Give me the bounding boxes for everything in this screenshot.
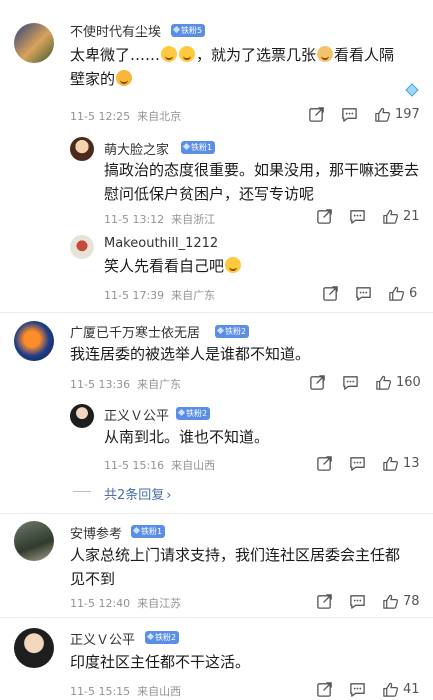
fan-badge: 铁粉1 [131,525,166,538]
reply-actions: 13 [316,455,420,472]
reply-text: 笑人先看看自己吧 [104,254,422,278]
reply-username[interactable]: 萌大脸之家 [104,139,169,158]
reply-actions: 21 [316,208,420,225]
thinking-emoji-icon [225,257,242,273]
fan-badge: 铁粉2 [176,407,211,420]
comment-meta: 11-5 12:25 来自北京 [70,110,182,123]
like-count: 21 [403,209,420,224]
share-icon[interactable] [322,285,339,302]
comment-username[interactable]: 安博参考 [70,523,122,542]
like-count: 41 [403,682,420,697]
comment-text: 印度社区主任都不干这活。 [70,653,251,671]
divider [0,617,433,618]
like-icon[interactable] [382,681,399,698]
like-icon[interactable] [375,374,392,391]
share-icon[interactable] [316,455,333,472]
like-count: 160 [396,375,421,390]
like-icon[interactable] [374,106,391,123]
reply-username[interactable]: 正义Ｖ公平 [104,405,169,424]
fan-badge: 铁粉5 [171,24,206,37]
laugh-tears-emoji-icon [179,46,196,62]
reply-text: 搞政治的态度很重要。如果没用，那干嘛还要去慰问低保户贫困户，还写专访呢 [104,161,420,203]
comment-actions: 197 [308,106,420,123]
avatar[interactable] [14,23,54,63]
share-icon[interactable] [308,106,325,123]
comment-meta: 11-5 12:40 来自江苏 [70,597,182,610]
comment-text: 我连居委的被选举人是谁都不知道。 [70,345,311,363]
comment-meta: 11-5 15:15 来自山西 [70,685,182,698]
divider [0,513,433,514]
chevron-right-icon: › [166,488,172,503]
comment-icon[interactable] [349,208,366,225]
reply-meta: 11-5 17:39 来自广东 [104,289,216,302]
reply-username[interactable]: Makeouthill_1212 [104,236,218,251]
like-count: 78 [403,594,420,609]
comment-icon[interactable] [349,593,366,610]
reply-meta: 11-5 13:12 来自浙江 [104,213,216,226]
smile-emoji-icon [116,70,133,86]
more-replies-line [73,491,91,492]
comment-icon[interactable] [355,285,372,302]
avatar[interactable] [70,137,94,161]
comment-icon[interactable] [349,681,366,698]
avatar[interactable] [14,521,54,561]
divider [0,312,433,313]
reply-text: 从南到北。谁也不知道。 [104,428,270,446]
fan-badge: 铁粉2 [145,631,180,644]
fan-badge: 铁粉1 [181,141,216,154]
laugh-emoji-icon [161,46,178,62]
comment-actions: 41 [316,681,420,698]
comment-actions: 78 [316,593,420,610]
comment-text: 人家总统上门请求支持，我们连社区居委会主任都见不到 [70,546,401,588]
like-icon[interactable] [382,593,399,610]
comment-username[interactable]: 正义Ｖ公平 [70,629,135,648]
avatar[interactable] [14,628,54,668]
comment-text: 太卑微了…… ，就为了选票几张 看看人隔 壁家的 [70,46,395,88]
more-replies-link[interactable]: 共2条回复 › [104,484,171,503]
doge-emoji-icon [317,46,334,62]
share-icon[interactable] [316,593,333,610]
share-icon[interactable] [316,681,333,698]
share-icon[interactable] [316,208,333,225]
avatar[interactable] [70,235,94,259]
comment-actions: 160 [309,374,421,391]
comment-meta: 11-5 13:36 来自广东 [70,378,182,391]
comment-icon[interactable] [342,374,359,391]
like-count: 13 [403,456,420,471]
reply-meta: 11-5 15:16 来自山西 [104,459,216,472]
like-icon[interactable] [382,455,399,472]
comment-icon[interactable] [341,106,358,123]
avatar[interactable] [14,321,54,361]
comment-icon[interactable] [349,455,366,472]
avatar[interactable] [70,404,94,428]
fan-badge: 铁粉2 [215,325,250,338]
like-icon[interactable] [388,285,405,302]
like-count: 6 [409,286,418,301]
like-icon[interactable] [382,208,399,225]
reply-actions: 6 [322,285,417,302]
comment-username[interactable]: 不使时代有尘埃 [70,21,161,40]
comment-username[interactable]: 广厦已千万寒士依无居 [70,322,200,341]
like-count: 197 [395,107,420,122]
share-icon[interactable] [309,374,326,391]
diamond-icon [405,82,419,97]
